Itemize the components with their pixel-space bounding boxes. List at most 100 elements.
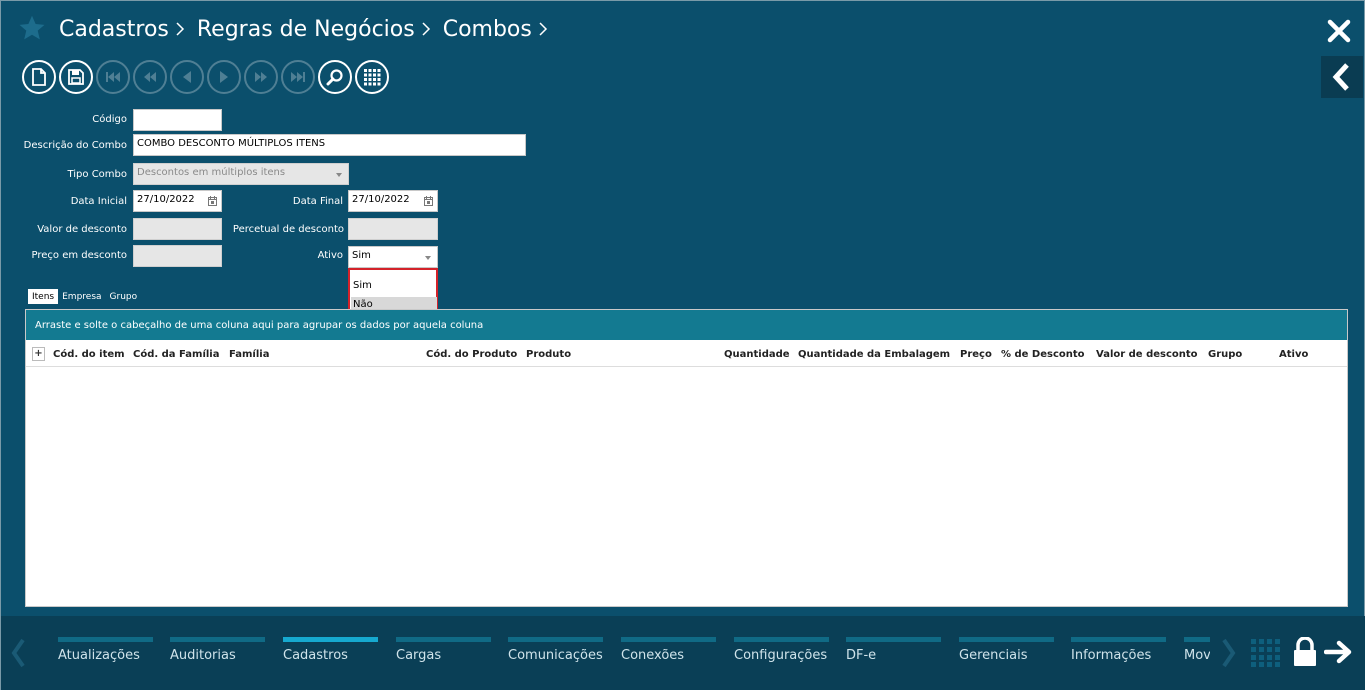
col-quantidade[interactable]: Quantidade — [724, 349, 790, 360]
col-ativo[interactable]: Ativo — [1279, 349, 1308, 360]
play-icon — [220, 71, 228, 83]
col-cod-produto[interactable]: Cód. do Produto — [426, 349, 517, 360]
col-valor-desconto[interactable]: Valor de desconto — [1096, 349, 1198, 360]
breadcrumb-item-regras[interactable]: Regras de Negócios — [197, 17, 415, 42]
apps-grid-icon[interactable] — [1251, 639, 1281, 667]
chevron-right-icon — [539, 22, 547, 36]
data-inicial-label: Data Inicial — [70, 196, 127, 207]
nav-label: Conexões — [621, 648, 685, 663]
nav-indicator — [170, 637, 265, 642]
codigo-label: Código — [92, 114, 127, 125]
detail-tabs: Itens Empresa Grupo — [28, 289, 141, 304]
nav-indicator — [621, 637, 716, 642]
nav-label: Cargas — [396, 648, 442, 663]
percentual-desconto-label: Percetual de desconto — [232, 224, 344, 235]
nav-indicator — [508, 637, 603, 642]
save-button[interactable] — [59, 60, 93, 94]
chevron-down-icon — [336, 173, 342, 177]
expand-toggle[interactable]: + — [32, 347, 45, 361]
favorite-star-icon[interactable] — [18, 14, 46, 42]
col-cod-familia[interactable]: Cód. da Família — [133, 349, 219, 360]
descricao-input[interactable]: COMBO DESCONTO MÚLTIPLOS ITENS — [133, 134, 526, 156]
breadcrumb: Cadastros Regras de Negócios Combos — [59, 13, 560, 45]
grid-view-button[interactable] — [355, 60, 389, 94]
chevron-down-icon — [425, 256, 431, 260]
nav-indicator — [396, 637, 491, 642]
group-by-panel[interactable]: Arraste e solte o cabeçalho de uma colun… — [26, 310, 1347, 340]
chevron-right-icon — [176, 22, 184, 36]
ativo-select[interactable]: Sim — [348, 246, 438, 268]
previous-record-button[interactable] — [170, 60, 204, 94]
module-nav-bar: Atualizações Auditorias Cadastros Cargas… — [1, 616, 1365, 690]
chevron-right-icon — [422, 22, 430, 36]
valor-desconto-label: Valor de desconto — [37, 224, 127, 235]
module-nav-strip: Atualizações Auditorias Cadastros Cargas… — [1, 616, 1210, 690]
nav-label: DF-e — [846, 648, 877, 663]
lock-icon[interactable] — [1292, 637, 1318, 667]
calendar-icon[interactable] — [424, 196, 433, 206]
fast-forward-icon — [255, 72, 267, 82]
play-back-icon — [183, 71, 191, 83]
skip-last-icon — [291, 72, 305, 82]
col-grupo[interactable]: Grupo — [1208, 349, 1242, 360]
exit-arrow-icon[interactable] — [1324, 640, 1354, 664]
next-record-button[interactable] — [207, 60, 241, 94]
chevron-right-icon[interactable] — [1221, 637, 1237, 669]
data-final-input[interactable]: 27/10/2022 — [348, 190, 438, 212]
calendar-icon[interactable] — [208, 196, 217, 206]
grid-icon — [364, 69, 381, 86]
collapse-panel-button[interactable] — [1321, 56, 1363, 98]
new-document-icon — [32, 68, 46, 86]
descricao-label: Descrição do Combo — [23, 140, 127, 151]
close-icon[interactable] — [1326, 18, 1352, 44]
percentual-desconto-input — [348, 218, 438, 240]
breadcrumb-item-cadastros[interactable]: Cadastros — [59, 17, 169, 42]
nav-indicator — [1184, 637, 1210, 642]
data-final-label: Data Final — [292, 196, 343, 207]
toolbar — [22, 60, 389, 94]
data-final-value: 27/10/2022 — [352, 194, 410, 205]
preco-desconto-label: Preço em desconto — [31, 250, 127, 261]
col-cod-item[interactable]: Cód. do item — [53, 349, 125, 360]
tab-empresa[interactable]: Empresa — [58, 289, 105, 304]
col-quantidade-embalagem[interactable]: Quantidade da Embalagem — [798, 349, 950, 360]
tipo-combo-label: Tipo Combo — [67, 169, 127, 180]
tipo-combo-select: Descontos em múltiplos itens — [133, 163, 349, 185]
nav-label: Comunicações — [508, 648, 603, 663]
col-produto[interactable]: Produto — [526, 349, 571, 360]
search-icon — [326, 69, 343, 86]
nav-indicator — [846, 637, 941, 642]
previous-page-button[interactable] — [133, 60, 167, 94]
next-page-button[interactable] — [244, 60, 278, 94]
data-inicial-value: 27/10/2022 — [137, 194, 195, 205]
ativo-option-sim[interactable]: Sim — [351, 278, 437, 296]
tab-grupo[interactable]: Grupo — [106, 289, 142, 304]
codigo-input[interactable] — [133, 109, 222, 131]
ativo-value: Sim — [352, 250, 371, 261]
nav-label: Movimentos — [1184, 648, 1210, 663]
col-percentual-desconto[interactable]: % de Desconto — [1001, 349, 1085, 360]
chevron-left-icon[interactable] — [10, 637, 26, 669]
col-familia[interactable]: Família — [229, 349, 269, 360]
nav-indicator — [58, 637, 153, 642]
tab-itens[interactable]: Itens — [28, 289, 59, 304]
ativo-label: Ativo — [317, 250, 343, 261]
search-button[interactable] — [318, 60, 352, 94]
nav-indicator — [1071, 637, 1166, 642]
data-inicial-input[interactable]: 27/10/2022 — [133, 190, 222, 212]
nav-label: Informações — [1071, 648, 1152, 663]
col-preco[interactable]: Preço — [960, 349, 992, 360]
new-button[interactable] — [22, 60, 56, 94]
breadcrumb-item-combos[interactable]: Combos — [443, 17, 532, 42]
nav-label: Auditorias — [170, 648, 236, 663]
save-icon — [68, 69, 84, 85]
last-record-button[interactable] — [281, 60, 315, 94]
app-window: Cadastros Regras de Negócios Combos Códi… — [0, 0, 1365, 690]
nav-label: Configurações — [734, 648, 828, 663]
first-record-button[interactable] — [96, 60, 130, 94]
rewind-icon — [144, 72, 156, 82]
nav-label: Atualizações — [58, 648, 140, 663]
items-grid: Arraste e solte o cabeçalho de uma colun… — [25, 309, 1348, 607]
nav-label: Gerenciais — [959, 648, 1028, 663]
tipo-combo-value: Descontos em múltiplos itens — [137, 167, 286, 178]
